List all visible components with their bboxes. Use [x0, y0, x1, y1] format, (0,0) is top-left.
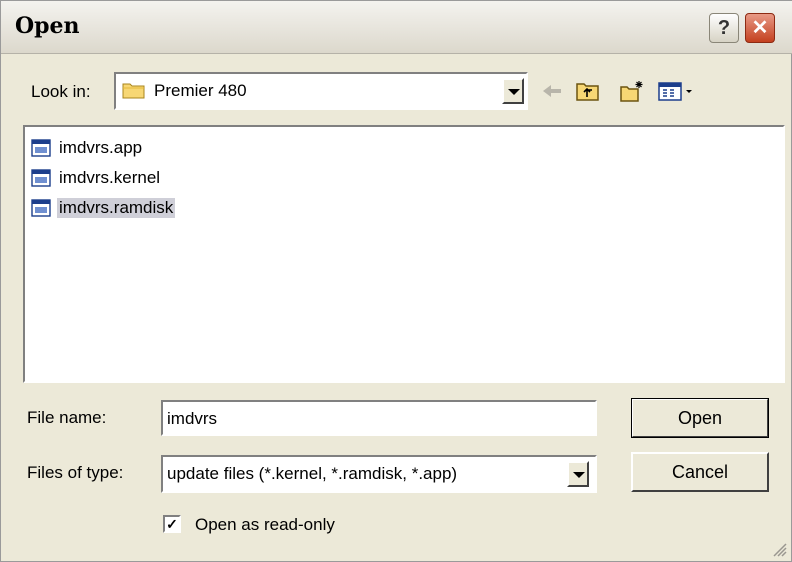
filename-label: File name:: [27, 408, 107, 427]
open-dialog: Open ? ✕ Look in: Premier 480 imdvrs.app…: [0, 0, 792, 562]
view-menu-icon[interactable]: [657, 79, 697, 103]
file-icon: [31, 199, 51, 217]
new-folder-icon[interactable]: [619, 79, 645, 103]
file-name: imdvrs.ramdisk: [57, 198, 176, 218]
open-button[interactable]: Open: [631, 398, 769, 438]
file-name: imdvrs.kernel: [59, 168, 161, 187]
lookin-combo[interactable]: Premier 480: [114, 72, 528, 110]
back-arrow-icon[interactable]: [539, 79, 565, 103]
filetype-value: update files (*.kernel, *.ramdisk, *.app…: [167, 464, 458, 483]
window-title: Open: [15, 13, 80, 39]
readonly-checkbox[interactable]: ✓: [163, 515, 181, 533]
cancel-button[interactable]: Cancel: [631, 452, 769, 492]
lookin-label: Look in:: [31, 82, 91, 101]
filetype-select[interactable]: update files (*.kernel, *.ramdisk, *.app…: [161, 455, 597, 493]
close-button[interactable]: ✕: [745, 13, 775, 43]
filetype-dropdown-button[interactable]: [567, 461, 589, 487]
file-name: imdvrs.app: [59, 138, 143, 157]
lookin-dropdown-button[interactable]: [502, 78, 524, 104]
resize-grip-icon[interactable]: [771, 541, 787, 557]
readonly-label[interactable]: Open as read-only: [195, 515, 335, 535]
title-bar[interactable]: Open ? ✕: [1, 1, 792, 54]
filename-input[interactable]: imdvrs: [161, 400, 597, 436]
lookin-value: Premier 480: [154, 81, 247, 100]
file-icon: [31, 169, 51, 187]
filetype-label: Files of type:: [27, 463, 124, 482]
file-list[interactable]: imdvrs.app imdvrs.kernel imdvrs.ramdisk: [23, 125, 785, 383]
up-folder-icon[interactable]: [575, 79, 601, 103]
filename-value: imdvrs: [167, 409, 218, 428]
file-icon: [31, 139, 51, 157]
folder-icon: [122, 83, 145, 99]
help-button[interactable]: ?: [709, 13, 739, 43]
